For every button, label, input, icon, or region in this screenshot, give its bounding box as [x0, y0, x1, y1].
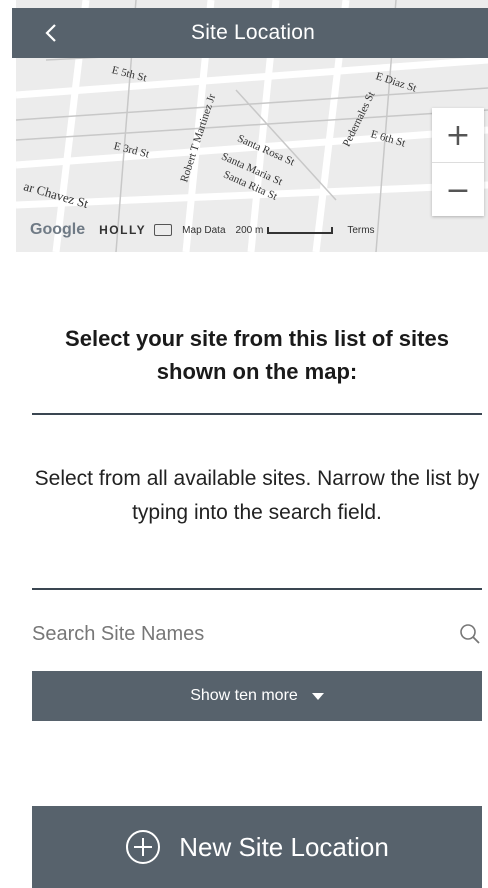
new-site-location-label: New Site Location [179, 831, 389, 862]
add-circle-icon [126, 830, 161, 864]
scale-label: 200 m [235, 224, 264, 236]
site-select-prompt: Select your site from this list of sites… [65, 326, 449, 384]
show-more-button[interactable]: Show ten more [32, 671, 482, 721]
page-title: Site Location [190, 21, 316, 44]
zoom-in-button[interactable]: + [432, 108, 484, 163]
area-label: HOLLY [99, 223, 147, 237]
zoom-out-button[interactable]: − [432, 163, 484, 217]
show-more-label: Show ten more [190, 687, 298, 704]
divider [32, 588, 482, 590]
terms-link[interactable]: Terms [347, 225, 374, 236]
new-site-location-button[interactable]: New Site Location [32, 806, 482, 888]
caret-down-icon [311, 692, 324, 700]
chevron-left-icon [45, 24, 56, 42]
search-input[interactable] [32, 622, 412, 646]
search-bar [32, 612, 482, 656]
map-data-link[interactable]: Map Data [182, 225, 225, 236]
scale-bar [267, 226, 334, 234]
google-logo: Google [30, 221, 86, 238]
top-app-bar: Site Location [12, 8, 488, 58]
map-attribution: Google HOLLY Map Data 200 m Terms [30, 219, 486, 241]
keyboard-icon[interactable] [154, 224, 173, 236]
search-icon[interactable] [458, 622, 482, 646]
divider [32, 413, 482, 415]
instructions-text: Select from all available sites. Narrow … [34, 467, 480, 524]
zoom-controls: + − [432, 108, 484, 216]
back-button[interactable] [38, 20, 64, 46]
